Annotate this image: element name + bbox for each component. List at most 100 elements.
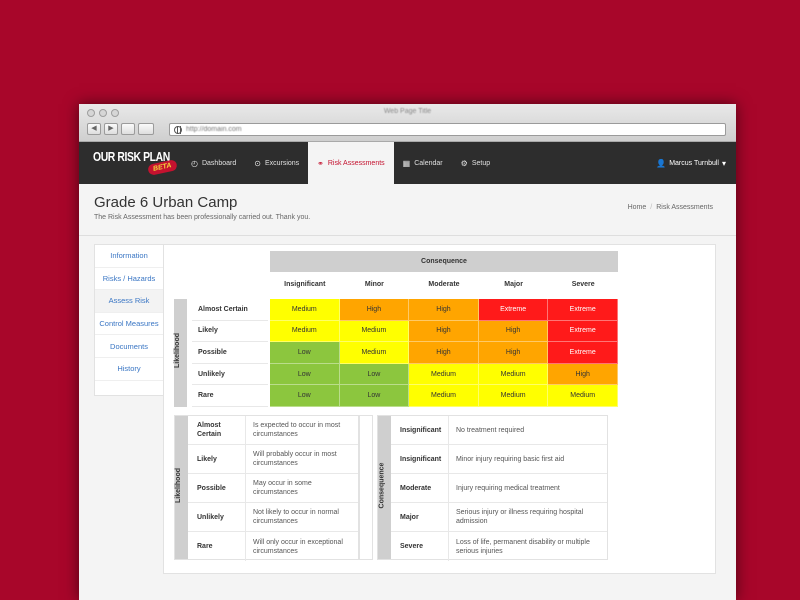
reload-button[interactable] [121, 123, 135, 135]
logo[interactable]: OUR RISK PLAN BETA [93, 149, 178, 179]
risk-cell-high: High [409, 342, 479, 364]
legend-description: Will only occur in exceptional circumsta… [253, 538, 343, 555]
likelihood-label: Likelihood [174, 333, 181, 368]
legend-row: Likely Will probably occur in most circum… [188, 445, 358, 474]
risk-cell-low: Low [270, 342, 340, 364]
row-header: Unlikely [192, 364, 268, 386]
sidebar-item-documents[interactable]: Documents [95, 335, 163, 358]
likelihood-bar: Likelihood [174, 299, 187, 407]
legend-row: Rare Will only occur in exceptional circu… [188, 532, 358, 561]
legend-row: Major Serious injury or illness requiring… [391, 503, 607, 532]
sidebar-item-information[interactable]: Information [95, 245, 163, 268]
consequence-legend-bar: Consequence [378, 416, 391, 559]
browser-window: Web Page Title ◀ ▶ http://domain.com OUR… [79, 104, 736, 600]
nav-item-risk-assessments[interactable]: ⚭ Risk Assessments [308, 142, 394, 184]
nav-item-dashboard[interactable]: ◴ Dashboard [182, 142, 245, 184]
legend-row: Possible May occur in some circumstances [188, 474, 358, 503]
user-name: Marcus Turnbull [669, 159, 719, 167]
legend-description: Serious injury or illness requiring hosp… [456, 509, 584, 525]
legend-key: Rare [188, 532, 246, 561]
content-panel: Consequence Likelihood Insignificant Mino… [163, 244, 716, 574]
address-bar[interactable]: http://domain.com [169, 123, 726, 136]
risk-cell-low: Low [270, 363, 340, 386]
likelihood-legend-label: Likelihood [175, 468, 182, 503]
legend-row: Almost Certain Is expected to occur in mo… [188, 416, 358, 445]
sidebar-item-history[interactable]: History [95, 358, 163, 381]
likelihood-legend-bar: Likelihood [175, 416, 188, 559]
breadcrumb-home[interactable]: Home [628, 204, 647, 211]
legend-key: Almost Certain [188, 416, 246, 444]
risk-cell-medium: Medium [409, 385, 479, 407]
risk-cell-extreme: Extreme [478, 299, 549, 321]
legend-row: Insignificant Minor injury requiring basi… [391, 445, 607, 474]
risk-cell-medium: Medium [478, 385, 549, 407]
risk-cell-high: High [409, 299, 479, 321]
legend-key: Major [391, 503, 449, 531]
nav-item-calendar[interactable]: ▦ Calendar [394, 142, 452, 184]
legend-key: Insignificant [391, 416, 449, 444]
calendar-icon: ▦ [402, 158, 411, 168]
legend-row: Moderate Injury requiring medical treatme… [391, 474, 607, 503]
chevron-down-icon: ▾ [721, 158, 726, 168]
risk-cell-medium: Medium [548, 385, 618, 407]
user-menu[interactable]: 👤 Marcus Turnbull ▾ [656, 142, 726, 184]
legend-description: No treatment required [456, 426, 525, 434]
sidebar-item-control-measures[interactable]: Control Measures [95, 313, 163, 336]
risk-cell-extreme: Extreme [548, 342, 618, 364]
forward-button[interactable]: ▶ [104, 123, 118, 135]
page-header: Grade 6 Urban Camp The Risk Assessment h… [79, 184, 736, 236]
link-icon: ⚭ [317, 158, 324, 168]
risk-cell-high: High [478, 342, 549, 364]
consequence-legend-label: Consequence [378, 462, 386, 509]
risk-cell-medium: Medium [270, 299, 340, 321]
legend-description: Loss of life, permanent disability or mu… [456, 538, 590, 555]
likelihood-legend: Likelihood Almost Certain Is expected to … [174, 415, 359, 561]
legend-row: Insignificant No treatment required [391, 416, 607, 445]
risk-cell-medium: Medium [409, 363, 479, 386]
legend-key: Insignificant [391, 445, 449, 473]
nav-item-label: Risk Assessments [327, 159, 385, 167]
sidebar-item-assess-risk[interactable]: Assess Risk [95, 290, 163, 313]
column-header: Minor [364, 281, 384, 288]
main-nav: ◴ Dashboard ⊙ Excursions ⚭ Risk Assessments ▦ C… [182, 142, 499, 184]
breadcrumb: Home / Risk Assessments [628, 204, 713, 211]
risk-cell-low: Low [339, 385, 410, 407]
sidebar-item-risks-hazards[interactable]: Risks / Hazards [95, 268, 163, 291]
browser-chrome: Web Page Title ◀ ▶ http://domain.com [79, 104, 736, 142]
risk-cell-medium: Medium [270, 320, 340, 343]
nav-item-label: Setup [471, 159, 491, 167]
legend-description: May occur in some circumstances [253, 480, 312, 496]
risk-cell-high: High [339, 299, 410, 321]
legend-key: Moderate [391, 474, 449, 502]
row-header: Likely [192, 321, 268, 343]
legend-key: Severe [391, 532, 449, 561]
column-header: Moderate [428, 281, 460, 288]
risk-cell-low: Low [339, 363, 410, 386]
breadcrumb-current: Risk Assessments [656, 204, 713, 211]
risk-cell-high: High [478, 320, 549, 343]
page-title: Grade 6 Urban Camp [94, 194, 238, 211]
url-text: http://domain.com [186, 126, 242, 133]
legend-description: Is expected to occur in most circumstanc… [253, 422, 341, 438]
risk-cell-extreme: Extreme [548, 320, 618, 343]
back-button[interactable]: ◀ [87, 123, 101, 135]
column-header: Major [504, 281, 523, 288]
consequence-header: Consequence [270, 251, 618, 272]
app-navbar: OUR RISK PLAN BETA ◴ Dashboard ⊙ Excursions… [79, 142, 736, 184]
gear-icon: ⚙ [460, 158, 468, 168]
home-button[interactable] [138, 123, 154, 135]
browser-nav-buttons: ◀ ▶ [87, 123, 154, 135]
breadcrumb-separator: / [650, 204, 653, 211]
map-marker-icon: ⊙ [254, 158, 261, 168]
row-header: Rare [192, 385, 268, 407]
risk-cell-low: Low [270, 385, 340, 407]
legend-description: Minor injury requiring basic first aid [456, 455, 565, 463]
page-subtitle: The Risk Assessment has been professiona… [94, 214, 311, 221]
nav-item-label: Calendar [414, 159, 443, 167]
logo-text: OUR RISK PLAN [93, 149, 170, 164]
legend-description: Injury requiring medical treatment [456, 484, 560, 492]
legend-row: Severe Loss of life, permanent disability… [391, 532, 607, 561]
nav-item-excursions[interactable]: ⊙ Excursions [245, 142, 308, 184]
nav-item-setup[interactable]: ⚙ Setup [452, 142, 499, 184]
